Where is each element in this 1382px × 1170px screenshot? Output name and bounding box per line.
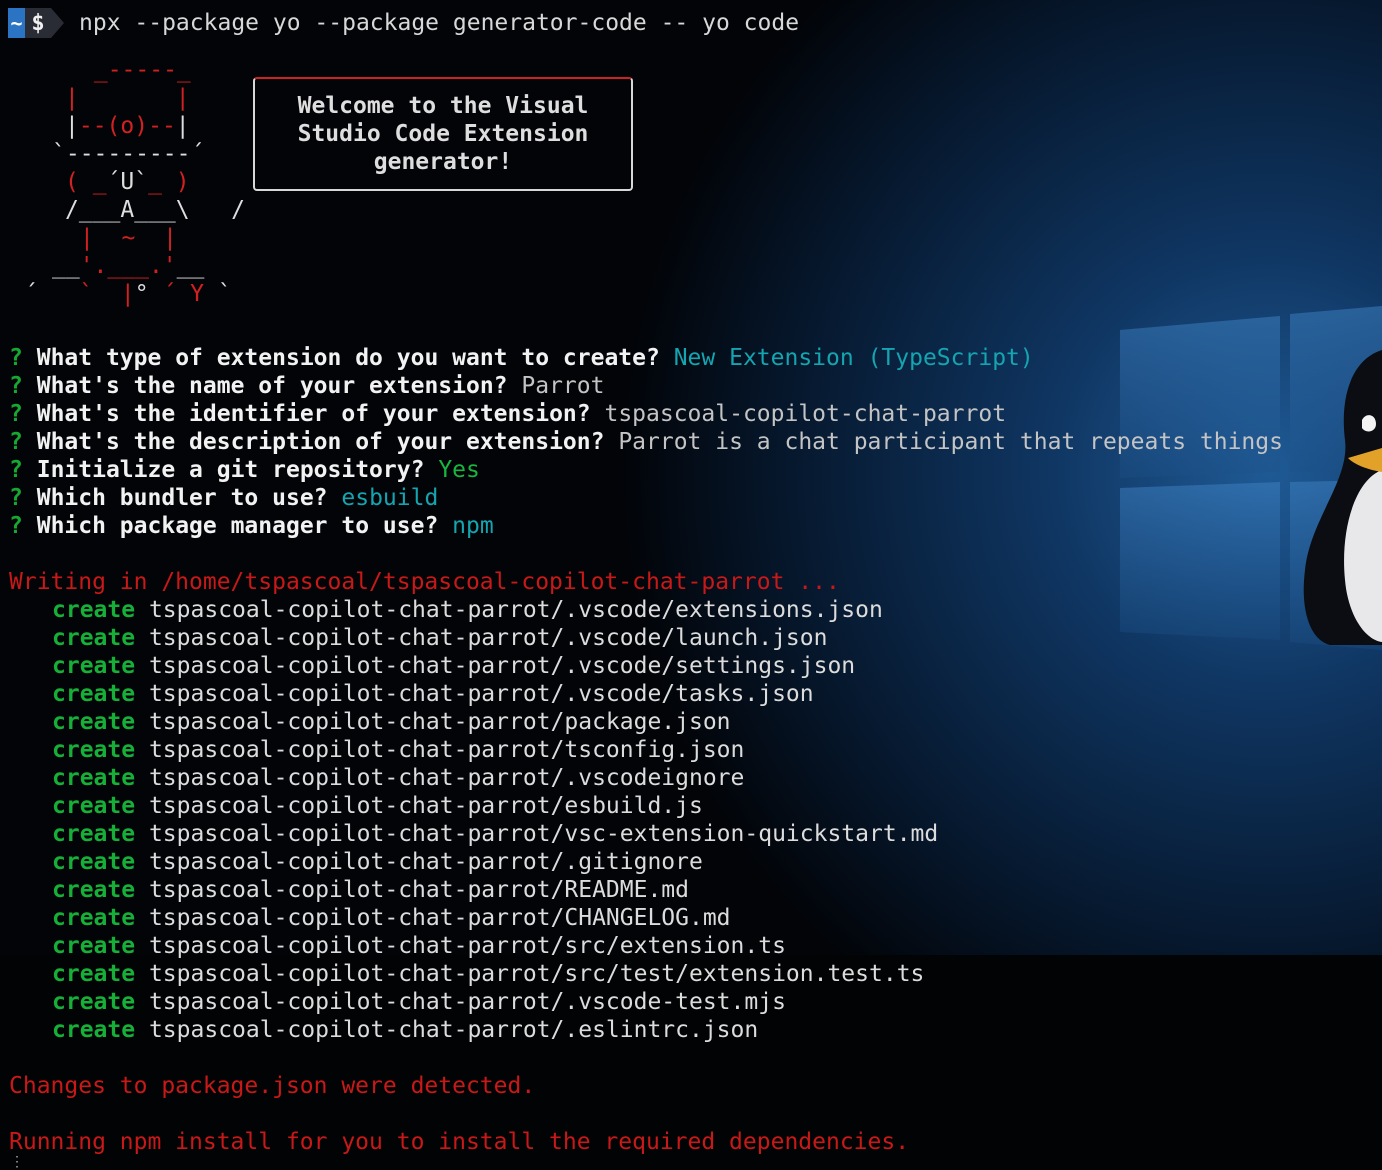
answer-value: Parrot bbox=[521, 373, 605, 399]
welcome-line: Studio Code Extension bbox=[297, 121, 589, 147]
question-line: ? What's the identifier of your extensio… bbox=[9, 401, 1007, 427]
create-file-line: create tspascoal-copilot-chat-parrot/.vs… bbox=[52, 597, 883, 623]
home-directory-badge: ~ bbox=[8, 8, 25, 38]
npm-install-line: Running npm install for you to install t… bbox=[9, 1129, 910, 1155]
answer-value: Parrot is a chat participant that repeat… bbox=[618, 429, 1283, 455]
create-file-line: create tspascoal-copilot-chat-parrot/.gi… bbox=[52, 849, 703, 875]
question-line: ? What's the name of your extension? Par… bbox=[9, 373, 605, 399]
answer-value: Yes bbox=[438, 457, 480, 483]
terminal-window[interactable]: ~ $ npx --package yo --package generator… bbox=[0, 0, 1382, 1170]
create-file-line: create tspascoal-copilot-chat-parrot/src… bbox=[52, 961, 925, 987]
question-line: ? What type of extension do you want to … bbox=[9, 345, 1034, 371]
welcome-box: Welcome to the Visual Studio Code Extens… bbox=[253, 77, 633, 191]
create-file-line: create tspascoal-copilot-chat-parrot/.vs… bbox=[52, 989, 786, 1015]
create-file-line: create tspascoal-copilot-chat-parrot/.es… bbox=[52, 1017, 759, 1043]
create-file-line: create tspascoal-copilot-chat-parrot/src… bbox=[52, 933, 786, 959]
create-file-line: create tspascoal-copilot-chat-parrot/.vs… bbox=[52, 765, 745, 791]
create-file-line: create tspascoal-copilot-chat-parrot/vsc… bbox=[52, 821, 939, 847]
answer-value: npm bbox=[452, 513, 494, 539]
create-file-line: create tspascoal-copilot-chat-parrot/.vs… bbox=[52, 625, 828, 651]
create-file-line: create tspascoal-copilot-chat-parrot/CHA… bbox=[52, 905, 731, 931]
question-line: ? Initialize a git repository? Yes bbox=[9, 457, 480, 483]
create-file-line: create tspascoal-copilot-chat-parrot/pac… bbox=[52, 709, 731, 735]
yeoman-ascii-art: _-----_ | | |--(o)--| `---------´ ( _´U`… bbox=[24, 57, 246, 307]
question-line: ? What's the description of your extensi… bbox=[9, 429, 1283, 455]
dollar-prompt-badge: $ bbox=[25, 8, 51, 38]
answer-value: New Extension (TypeScript) bbox=[673, 345, 1034, 371]
create-file-line: create tspascoal-copilot-chat-parrot/REA… bbox=[52, 877, 689, 903]
changes-detected-line: Changes to package.json were detected. bbox=[9, 1073, 536, 1099]
command-text: npx --package yo --package generator-cod… bbox=[79, 10, 800, 36]
prompt-arrow-icon bbox=[51, 8, 64, 38]
shell-prompt: ~ $ bbox=[8, 8, 64, 38]
answer-value: esbuild bbox=[341, 485, 439, 511]
create-file-line: create tspascoal-copilot-chat-parrot/esb… bbox=[52, 793, 703, 819]
create-file-line: create tspascoal-copilot-chat-parrot/tsc… bbox=[52, 737, 745, 763]
create-file-line: create tspascoal-copilot-chat-parrot/.vs… bbox=[52, 681, 814, 707]
terminal-cursor: ⋮ bbox=[10, 1154, 24, 1170]
welcome-line: Welcome to the Visual bbox=[297, 93, 589, 119]
question-line: ? Which package manager to use? npm bbox=[9, 513, 494, 539]
writing-path-line: Writing in /home/tspascoal/tspascoal-cop… bbox=[9, 569, 840, 595]
create-file-line: create tspascoal-copilot-chat-parrot/.vs… bbox=[52, 653, 856, 679]
answer-value: tspascoal-copilot-chat-parrot bbox=[604, 401, 1007, 427]
welcome-line: generator! bbox=[373, 149, 513, 175]
question-line: ? Which bundler to use? esbuild bbox=[9, 485, 439, 511]
